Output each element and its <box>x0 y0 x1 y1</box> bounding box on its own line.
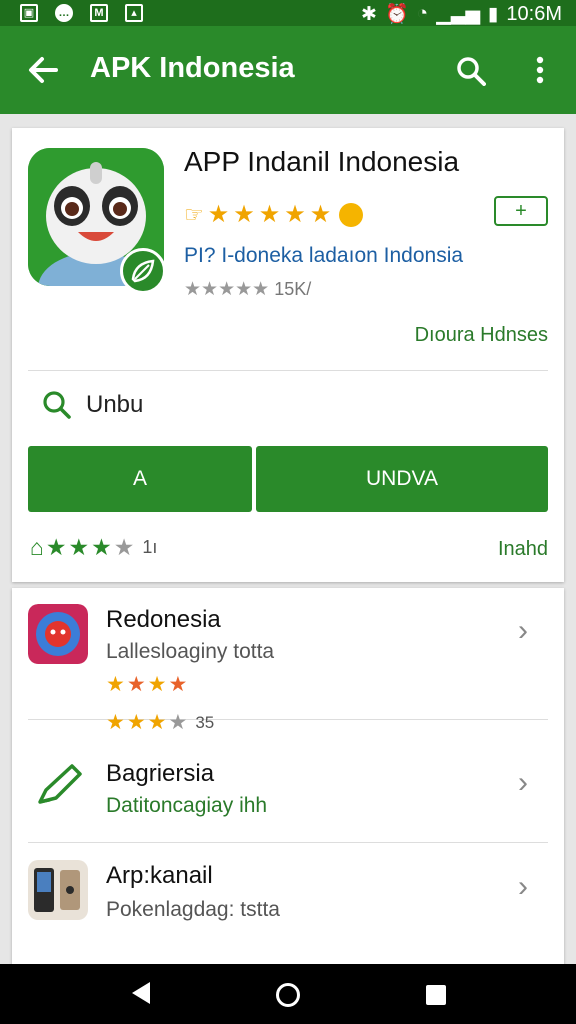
smiley-icon <box>339 202 364 227</box>
star-icon: ★★★★★ <box>184 279 270 300</box>
star-icon: ★ <box>284 201 306 228</box>
half-star-icon: ★ <box>113 534 135 560</box>
status-bar: ▣ … M ▴ ✱ ⏰ ◔ ▁▃▅ ▮ 10:6M <box>0 0 576 26</box>
star-icon: ★ <box>258 201 281 228</box>
half-star-icon: ★ <box>168 711 188 734</box>
chevron-right-icon: › <box>518 766 528 799</box>
more-vert-icon[interactable] <box>530 56 550 86</box>
app-icon-blue-red <box>28 604 88 664</box>
list-item[interactable]: Arp:kanail Pokenlagdag: tstta › <box>12 844 564 964</box>
pencil-icon <box>38 764 82 804</box>
mail-icon: M <box>90 4 108 22</box>
star-icon: ★ <box>207 201 230 228</box>
bluetooth-icon: ✱ <box>361 3 377 25</box>
list-item-title: Arp:kanail <box>106 862 213 889</box>
list-item[interactable]: Redonesia Lallesloaginy totta ★ ★ ★ ★ › <box>12 588 564 716</box>
status-time: 10:6M <box>506 2 562 25</box>
star-icon: ★ <box>45 534 67 560</box>
rating-link[interactable]: Inahd <box>498 538 548 561</box>
action-button-left[interactable]: A <box>28 446 252 512</box>
star-icon: ★ <box>233 201 255 228</box>
nav-recents-icon[interactable] <box>426 985 446 1005</box>
list-item-subtitle: Pokenlagdag: tstta <box>106 898 280 921</box>
list-item[interactable]: ★ ★ ★ ★ 35 Bagriersia Datitoncagiay ihh … <box>12 706 564 846</box>
review-summary: ★★★★★ 15K/ <box>184 278 311 301</box>
system-nav-bar <box>0 964 576 1024</box>
alarm-icon: ⏰ <box>384 4 409 25</box>
arrow-left-icon[interactable] <box>26 50 60 90</box>
star-icon: ★ <box>91 534 112 560</box>
app-name: APP Indanil Indonesia <box>184 146 460 177</box>
nav-back-icon[interactable] <box>132 982 150 1004</box>
action-buttons: A UNDVA <box>28 446 548 512</box>
app-rating: ☞ ★ ★ ★ ★ ★ <box>184 200 364 229</box>
rating-count: 1ı <box>142 537 158 557</box>
list-item-subtitle: Datitoncagiay ihh <box>106 794 268 817</box>
app-bar: APK Indonesia <box>0 26 576 114</box>
app-detail-card: APP Indanil Indonesia ☞ ★ ★ ★ ★ ★ + PI? … <box>12 128 564 582</box>
developer-link[interactable]: Dıoura Hdnses <box>415 324 548 347</box>
chevron-right-icon: › <box>518 870 528 903</box>
home-outline-icon: ⌂ <box>30 534 44 560</box>
search-icon <box>43 391 71 419</box>
star-icon: ★ <box>147 673 167 696</box>
rating-row: ⌂ ★ ★ ★ ★ 1ı <box>30 534 157 561</box>
star-icon: ★ <box>168 673 188 696</box>
signal-icon: ▁▃▅ <box>436 3 480 25</box>
list-item-rating-count: 35 <box>195 712 215 732</box>
star-icon: ★ <box>106 711 125 734</box>
star-icon: ★ <box>126 711 146 734</box>
list-item-title: Bagriersia <box>106 760 215 787</box>
list-item-rating: ★ ★ ★ ★ <box>106 672 187 697</box>
bookmark-icon[interactable]: ☞ <box>184 202 204 228</box>
star-icon: ★ <box>68 534 90 560</box>
battery-icon: ▮ <box>487 3 499 25</box>
developer-name[interactable]: PI? I-doneka ladaıon Indonsia <box>184 244 463 268</box>
divider <box>28 842 548 843</box>
search-row[interactable]: Unbu <box>42 390 143 420</box>
list-item-title: Redonesia <box>106 606 221 633</box>
star-icon: ★ <box>147 711 167 734</box>
photo-icon: ▴ <box>125 4 143 22</box>
wifi-icon: ◔ <box>416 3 429 24</box>
message-icon: … <box>55 4 73 22</box>
star-icon: ★ <box>106 673 125 696</box>
nav-home-icon[interactable] <box>276 983 300 1007</box>
star-icon: ★ <box>309 201 332 228</box>
app-icon-phone <box>28 860 88 920</box>
review-count: 15K/ <box>274 279 312 299</box>
list-item-subtitle: Lallesloaginy totta <box>106 640 275 663</box>
star-icon: ★ <box>126 673 146 696</box>
list-item-rating: ★ ★ ★ ★ 35 <box>106 710 214 735</box>
chevron-right-icon: › <box>518 614 528 647</box>
related-apps-list: Redonesia Lallesloaginy totta ★ ★ ★ ★ › … <box>12 588 564 968</box>
screenshot-icon: ▣ <box>20 4 38 22</box>
search-icon[interactable] <box>456 56 486 86</box>
page-title: APK Indonesia <box>90 52 295 84</box>
leaf-badge-icon <box>120 248 166 294</box>
divider <box>28 370 548 371</box>
action-button-right[interactable]: UNDVA <box>256 446 548 512</box>
install-button[interactable]: + <box>494 196 548 226</box>
search-text: Unbu <box>86 391 144 418</box>
